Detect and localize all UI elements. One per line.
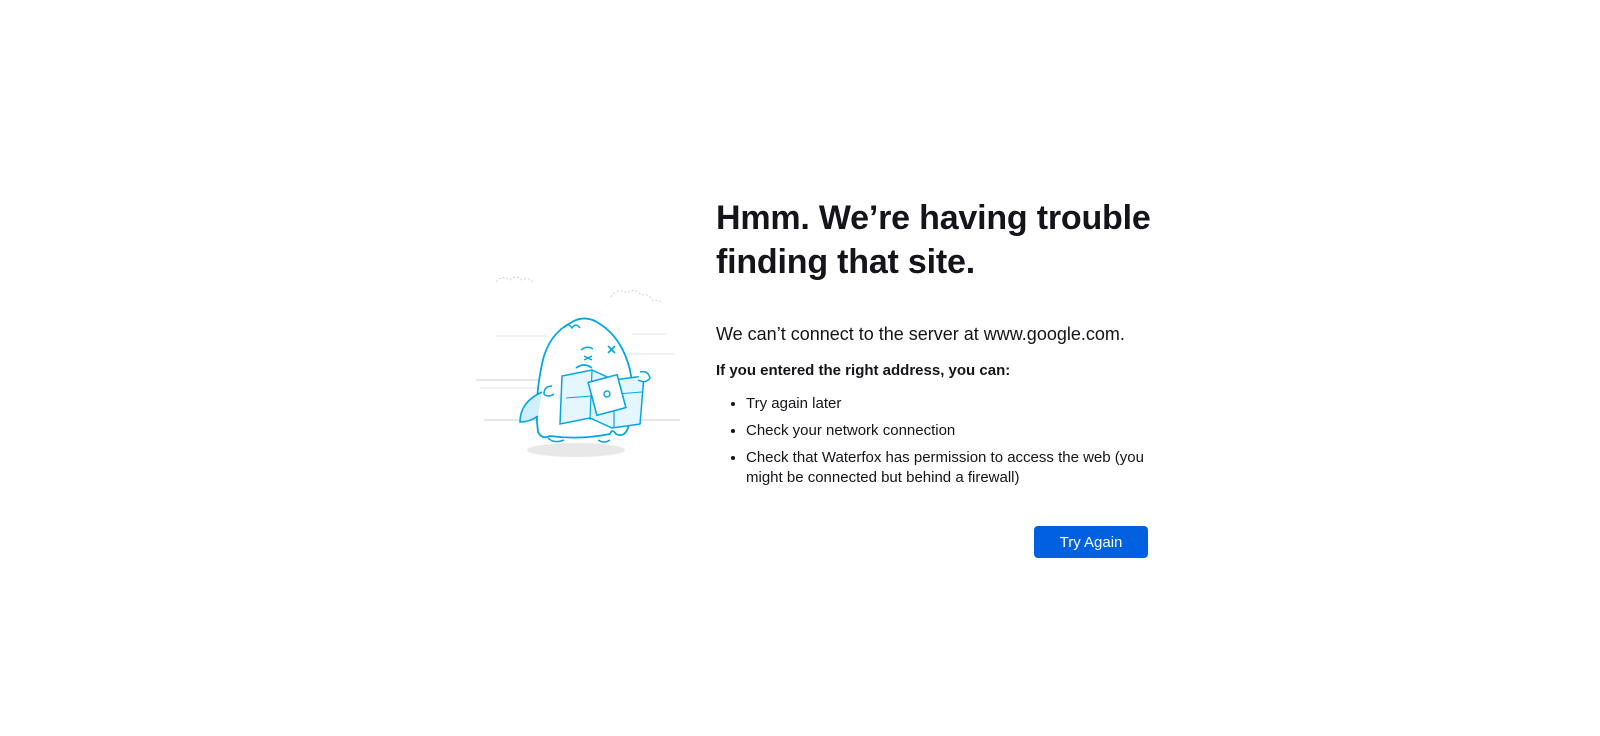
error-page: Hmm. We’re having trouble finding that s… xyxy=(0,0,1600,736)
list-item: Try again later xyxy=(746,394,1156,414)
error-title: Hmm. We’re having trouble finding that s… xyxy=(716,199,1151,281)
list-item: Check that Waterfox has permission to ac… xyxy=(746,448,1156,488)
list-item: Check your network connection xyxy=(746,421,1156,441)
error-hint: If you entered the right address, you ca… xyxy=(716,362,1011,379)
button-container: Try Again xyxy=(1034,526,1148,558)
suggestions-list: Try again later Check your network conne… xyxy=(716,394,1156,488)
error-description: We can’t connect to the server at www.go… xyxy=(716,324,1125,344)
try-again-button[interactable]: Try Again xyxy=(1034,526,1148,558)
error-content: Hmm. We’re having trouble finding that s… xyxy=(716,196,1156,495)
confused-monster-with-map-illustration xyxy=(474,272,686,462)
